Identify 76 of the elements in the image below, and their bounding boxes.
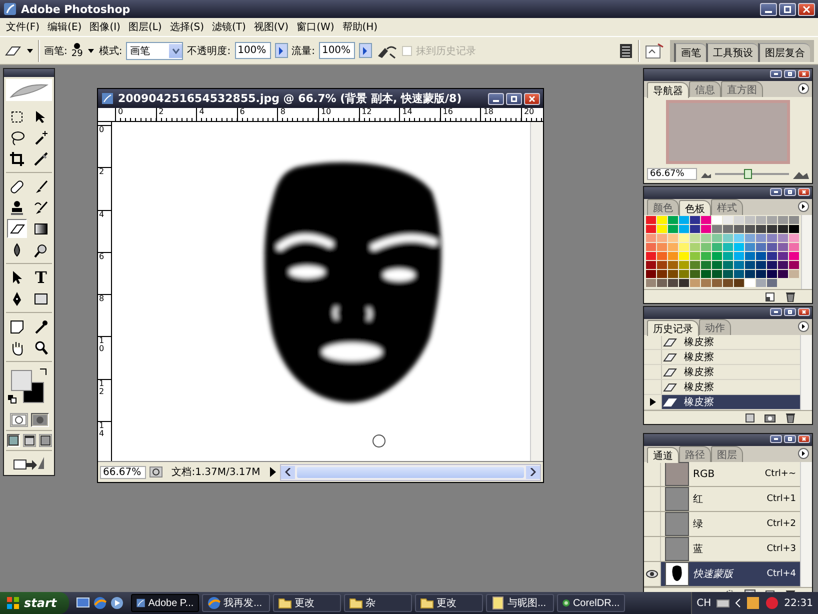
erase-to-history-label: 抹到历史记录 [416,44,476,58]
menu-item[interactable]: 编辑(E) [44,20,86,34]
taskbar-button[interactable]: 与昵图... [486,594,554,612]
ruler-label: 12 [99,380,106,396]
panel-tab[interactable]: 样式 [711,199,743,215]
brush-label: 画笔: [44,44,68,58]
taskbar-button[interactable]: 我再发... [202,594,270,612]
shortcut-label: Ctrl+4 [766,569,797,579]
document-size-info: 文档:1.37M/3.17M [170,466,262,479]
history-state[interactable]: 橡皮擦 [644,365,800,380]
shortcut-label: Ctrl+3 [766,544,797,554]
mode-dropdown[interactable]: 画笔 [126,42,184,60]
palette-well-tab[interactable]: 图层复合 [758,42,810,62]
brush-preset-picker[interactable]: 29 [71,42,83,59]
shortcut-label: Ctrl+2 [766,519,797,529]
panel-tab[interactable]: 导航器 [647,82,689,98]
panel-tab[interactable]: 颜色 [647,199,679,215]
ruler-label: 2 [99,168,106,176]
taskbar-button[interactable]: CorelDR... [556,594,625,612]
history-state[interactable]: 橡皮擦 [644,335,800,350]
panel-tab[interactable]: 动作 [699,319,731,335]
panel-tab[interactable]: 图层 [711,446,743,462]
ruler-label: 10 [99,337,106,354]
menu-item[interactable]: 帮助(H) [338,20,382,34]
ruler-label: 14 [399,108,440,121]
opacity-label: 不透明度: [187,44,231,58]
panel-tab[interactable]: 信息 [689,81,721,97]
menu-item[interactable]: 文件(F) [2,20,44,34]
panel-tab[interactable]: 色板 [679,200,711,216]
zoom-field[interactable]: 66.67% [647,168,697,180]
language-indicator[interactable]: CH [696,598,712,608]
app-title: Adobe Photoshop [21,2,132,16]
taskbar-button[interactable]: 更改 [414,594,483,612]
ruler-label: 6 [99,252,106,261]
ruler-label: 6 [236,108,278,121]
palette-well-tab[interactable]: 画笔 [674,42,706,62]
ruler-label: 8 [99,295,106,304]
mode-label: 模式: [98,44,122,58]
ruler-label: 16 [440,108,480,121]
menu-item[interactable]: 选择(S) [166,20,208,34]
history-state[interactable]: 橡皮擦 [644,350,800,365]
panel-tab[interactable]: 直方图 [721,81,763,97]
shortcut-label: Ctrl+~ [764,469,797,479]
menu-item[interactable]: 滤镜(T) [208,20,250,34]
menu-item[interactable]: 视图(V) [250,20,293,34]
history-state[interactable]: 橡皮擦 [644,395,800,410]
ruler-label: 4 [99,210,106,219]
ruler-label: 4 [196,108,237,121]
flow-field[interactable]: 100% [318,42,355,59]
menu-item[interactable]: 图像(I) [86,20,124,34]
channel-row[interactable]: 红 Ctrl+1 [644,487,800,512]
ruler-label: 18 [480,108,521,121]
panel-tab[interactable]: 历史记录 [647,320,699,336]
type-tool[interactable]: T [31,268,51,287]
channel-row[interactable]: 快速蒙版 Ctrl+4 [644,562,800,587]
ruler-label: 14 [99,422,106,438]
taskbar-button[interactable]: 更改 [272,594,341,612]
panel-tab[interactable]: 通道 [647,447,679,463]
start-button[interactable]: start [0,592,69,614]
menu-item[interactable]: 窗口(W) [292,20,338,34]
flow-label: 流量: [292,44,315,58]
ruler-label: 8 [277,108,318,121]
palette-well-tab[interactable]: 工具预设 [706,42,758,62]
ruler-label: 20 [520,108,543,121]
clock: 22:31 [784,598,813,608]
opacity-field[interactable]: 100% [234,42,271,59]
taskbar-button[interactable]: Adobe P... [130,594,199,612]
channel-row[interactable]: RGB Ctrl+~ [644,462,800,487]
taskbar-button[interactable]: 杂 [344,594,412,612]
document-title: 200904251654532855.jpg @ 66.7% (背景 副本, 快速蒙版/8) [118,91,463,106]
menu-item[interactable]: 图层(L) [124,20,166,34]
channel-row[interactable]: 绿 Ctrl+2 [644,512,800,537]
zoom-field[interactable]: 66.67% [100,466,146,478]
shortcut-label: Ctrl+1 [766,494,797,504]
panel-tab[interactable]: 路径 [679,446,711,462]
ruler-label: 0 [99,126,106,134]
